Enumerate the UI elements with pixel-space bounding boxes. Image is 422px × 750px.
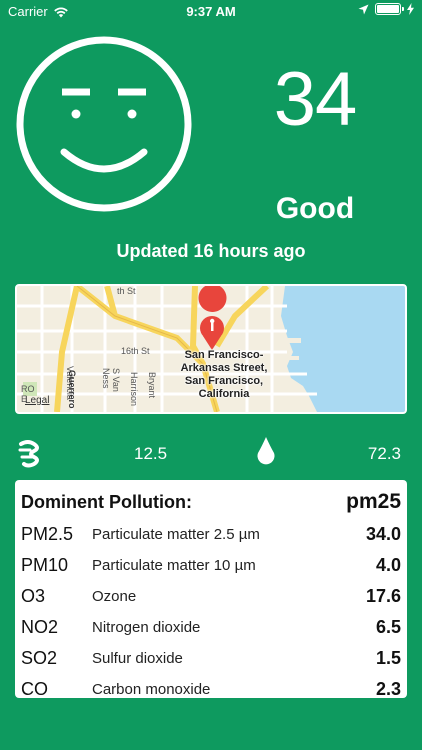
aqi-level: Good	[275, 192, 355, 225]
status-bar: Carrier 9:37 AM	[0, 0, 422, 22]
pollutant-code: PM10	[21, 555, 69, 575]
pollutant-value: 6.5	[375, 617, 401, 637]
aqi-value: 34	[273, 57, 358, 142]
pollutant-description: Nitrogen dioxide	[92, 619, 201, 636]
pollutant-row: CO Carbon monoxide 2.3	[21, 676, 401, 698]
pollutant-description: Sulfur dioxide	[92, 650, 183, 667]
wind-icon	[18, 440, 39, 468]
weather-row: 12.5 72.3	[0, 434, 422, 470]
pollutant-code: PM2.5	[21, 524, 74, 544]
dominant-pollutant: pm25	[346, 490, 401, 513]
pollutant-row: SO2 Sulfur dioxide 1.5	[21, 645, 401, 676]
pollutant-code: SO2	[21, 648, 58, 668]
pollutant-value: 4.0	[375, 555, 401, 575]
street-label: 16th St	[121, 346, 150, 356]
location-arrow-icon	[358, 4, 369, 14]
map-legal-link[interactable]: Legal	[25, 395, 49, 406]
pollutant-code: NO2	[21, 617, 59, 637]
pollutant-row: NO2 Nitrogen dioxide 6.5	[21, 614, 401, 645]
street-label: Harrison	[129, 372, 139, 407]
wind-value: 12.5	[134, 444, 168, 463]
pollutant-code: O3	[21, 586, 46, 606]
pollutant-row: O3 Ozone 17.6	[21, 583, 401, 614]
pollutant-value: 34.0	[365, 524, 401, 544]
updated-label: Updated 16 hours ago	[116, 241, 306, 261]
pollutant-value: 17.6	[365, 586, 401, 606]
battery-icon	[375, 3, 404, 15]
pollutant-description: Carbon monoxide	[92, 681, 211, 698]
street-label: S Van Ness	[101, 368, 121, 392]
pollutant-value: 2.3	[375, 679, 401, 698]
charging-bolt-icon	[407, 3, 414, 15]
pollution-title: Dominent Pollution:	[21, 492, 192, 512]
street-label: th St	[117, 286, 136, 296]
pollutant-description: Ozone	[92, 588, 137, 605]
pollution-header: Dominent Pollution: pm25	[21, 490, 401, 514]
status-right	[358, 3, 414, 15]
pollutant-description: Particulate matter 10 µm	[92, 557, 256, 574]
street-label: Guerrero	[67, 370, 77, 409]
battery-fill	[377, 5, 399, 13]
pollutant-description: Particulate matter 2.5 µm	[92, 526, 260, 543]
pollutant-code: CO	[21, 679, 48, 698]
location-map[interactable]: th St 16th St S Van Ness Valencia Guerre…	[15, 284, 407, 414]
smiley-face-icon	[16, 36, 192, 212]
water-drop-icon	[257, 437, 275, 465]
pollutant-row: PM10 Particulate matter 10 µm 4.0	[21, 552, 401, 583]
pollutant-row: PM2.5 Particulate matter 2.5 µm 34.0	[21, 521, 401, 552]
pollutant-list: PM2.5 Particulate matter 2.5 µm 34.0 PM1…	[21, 521, 401, 698]
humidity-value: 72.3	[367, 444, 401, 463]
pollution-card: Dominent Pollution: pm25 PM2.5 Particula…	[15, 480, 407, 698]
map-location-label: San Francisco-Arkansas Street, San Franc…	[180, 349, 268, 400]
street-label: RO	[21, 384, 35, 394]
pollutant-value: 1.5	[375, 648, 401, 668]
street-label: Bryant	[147, 372, 157, 399]
